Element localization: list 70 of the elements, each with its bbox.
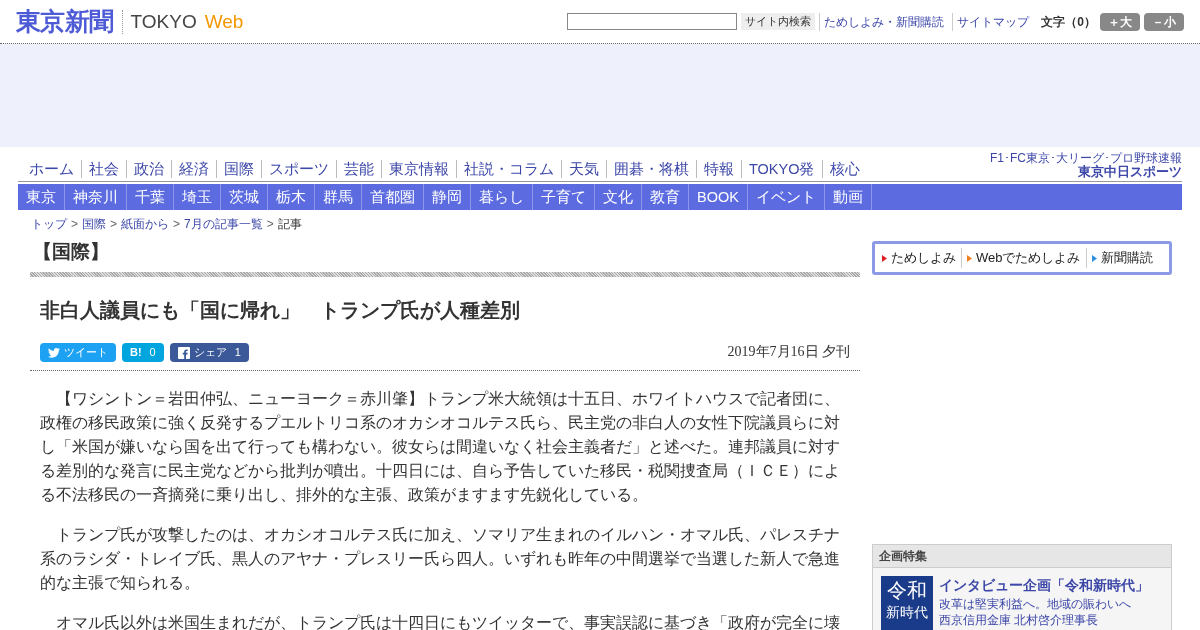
region-tab[interactable]: イベント xyxy=(747,184,825,210)
header-link[interactable]: ためしよみ・新聞購読 xyxy=(819,12,949,31)
nav-link[interactable]: TOKYO発 xyxy=(741,160,822,178)
font-size-button[interactable]: －小 xyxy=(1144,12,1184,31)
region-tab[interactable]: 神奈川 xyxy=(65,184,127,210)
section-label: 【国際】 xyxy=(32,240,110,264)
nav-link[interactable]: 東京情報 xyxy=(381,160,456,178)
current-page-label: 記事 xyxy=(277,216,302,233)
feature-thumbnail[interactable]: 令和 新時代 xyxy=(881,576,933,630)
font-size-label: 文字（0） xyxy=(1041,13,1096,31)
breadcrumb-link[interactable]: 紙面から xyxy=(121,215,170,233)
subscribe-link[interactable]: 新聞購読 xyxy=(1085,248,1158,268)
search-field[interactable] xyxy=(567,13,738,30)
f-icon xyxy=(177,346,190,359)
region-tab[interactable]: 静岡 xyxy=(424,184,471,210)
region-tab[interactable]: 動画 xyxy=(824,184,872,210)
nav-link[interactable]: 政治 xyxy=(126,160,171,178)
feature-title[interactable]: インタビュー企画「令和新時代」 xyxy=(939,576,1149,596)
article-paragraph: 【ワシントン＝岩田仲弘、ニューヨーク＝赤川肇】トランプ米大統領は十五日、ホワイトハウスで記者団に、政権の移民政策に強く反発するプエルトリコ系のオカシオコルテス氏ら、民主党の非白人の女性下院議員らに対し「米国が嫌いなら国を出て行っても構わない。彼女らは間違いなく社会主義者だ」と述べた。連邦議員に対する差別的な発言に民主党などから批判が噴出。十四日には、自ら予告していた移民・税関捜査局（ＩＣＥ）による不法移民の一斉摘発に乗り出し、排外的な主張、政策がますます先鋭化している。 xyxy=(40,389,841,505)
thumbnail-text: 新時代 xyxy=(886,603,928,622)
breadcrumb-separator: > xyxy=(110,216,118,233)
region-tab[interactable]: 千葉 xyxy=(127,184,174,210)
nav-link[interactable]: 国際 xyxy=(216,160,261,178)
feature-heading: 企画特集 xyxy=(873,545,1171,568)
logo-subtitle: TOKYO xyxy=(130,12,197,31)
logo-web: Web xyxy=(204,12,244,31)
feature-text: 改革は堅実利益へ。地域の賑わいへ xyxy=(939,596,1132,612)
breadcrumb-link[interactable]: 7月の記事一覧 xyxy=(184,215,263,233)
region-tab[interactable]: 群馬 xyxy=(315,184,362,210)
font-size-button[interactable]: ＋大 xyxy=(1100,12,1140,31)
feature-text: 西京信用金庫 北村啓介理事長 xyxy=(939,612,1100,628)
nav-link[interactable]: 核心 xyxy=(821,160,867,178)
header-link[interactable]: サイトマップ xyxy=(952,12,1034,31)
breadcrumb-separator: > xyxy=(71,216,78,233)
nav-link[interactable]: 特報 xyxy=(696,160,741,178)
region-tab[interactable]: BOOK xyxy=(689,184,748,210)
subscribe-link[interactable]: ためしよみ xyxy=(877,248,961,268)
subscribe-link[interactable]: Webでためしよみ xyxy=(961,248,1086,268)
nav-link[interactable]: 社説・コラム xyxy=(456,160,561,178)
article-paragraph: オマル氏以外は米国生まれだが、トランプ氏は十四日にもツイッターで、事実誤認に基づき「政府が完全に壊 xyxy=(55,613,841,630)
nav-link[interactable]: 経済 xyxy=(171,160,216,178)
region-tab[interactable]: 東京 xyxy=(18,184,65,210)
region-tab[interactable]: 首都圏 xyxy=(362,184,424,210)
sports-promo-logo[interactable]: 東京中日スポーツ xyxy=(1078,165,1182,178)
breadcrumb-link[interactable]: トップ xyxy=(31,215,67,233)
thumbnail-text: 令和 xyxy=(887,578,927,602)
region-tab[interactable]: 文化 xyxy=(595,184,642,210)
article-date: 2019年7月16日 夕刊 xyxy=(727,343,850,361)
article-title: 非白人議員にも「国に帰れ」 トランプ氏が人種差別 xyxy=(39,298,521,323)
nav-link[interactable]: ホーム xyxy=(22,160,81,178)
region-tab[interactable]: 暮らし xyxy=(471,184,533,210)
nav-link[interactable]: 芸能 xyxy=(336,160,381,178)
search-button[interactable]: サイト内検索 xyxy=(741,13,816,30)
nav-link[interactable]: スポーツ xyxy=(261,160,336,178)
region-tab[interactable]: 茨城 xyxy=(221,184,268,210)
share-button[interactable]: シェア 1 xyxy=(169,343,249,362)
breadcrumb-separator: > xyxy=(266,216,274,233)
article-paragraph: トランプ氏が攻撃したのは、オカシオコルテス氏に加え、ソマリア生まれのイルハン・オマル氏、パレスチナ系のラシダ・トレイブ氏、黒人のアヤナ・プレスリー氏ら四人。いずれも昨年の中間選挙で当選した新人で急進的な主張で知られる。 xyxy=(40,525,841,593)
breadcrumb-separator: > xyxy=(173,216,181,233)
region-tab[interactable]: 埼玉 xyxy=(174,184,221,210)
bird-icon xyxy=(48,347,60,358)
region-tab[interactable]: 子育て xyxy=(533,184,595,210)
nav-link[interactable]: 天気 xyxy=(561,160,606,178)
nav-link[interactable]: 囲碁・将棋 xyxy=(606,160,696,178)
sports-promo-text[interactable]: F1･FC東京･大リーグ･プロ野球速報 xyxy=(990,151,1182,165)
region-tab[interactable]: 教育 xyxy=(642,184,689,210)
region-tab[interactable]: 栃木 xyxy=(268,184,315,210)
site-logo[interactable]: 東京新聞 xyxy=(16,9,114,34)
nav-link[interactable]: 社会 xyxy=(81,160,126,178)
breadcrumb-link[interactable]: 国際 xyxy=(82,215,106,233)
